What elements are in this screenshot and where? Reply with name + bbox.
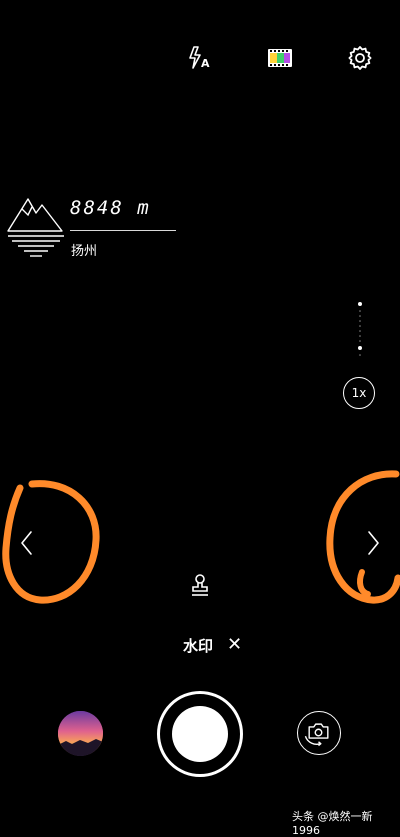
shutter-button[interactable] — [157, 691, 243, 777]
zoom-slider[interactable] — [352, 300, 368, 358]
mountain-icon — [7, 198, 64, 257]
stamp-icon[interactable] — [189, 573, 211, 597]
switch-camera-button[interactable] — [297, 711, 341, 755]
watermark-overlay: 8848 m 扬州 — [6, 193, 186, 263]
gear-icon[interactable] — [346, 44, 374, 72]
flash-auto-icon[interactable]: A — [186, 44, 214, 72]
shutter-button-core — [172, 706, 228, 762]
altitude-readout: 8848 m — [70, 197, 151, 219]
watermark-label[interactable]: 水印 — [183, 635, 213, 656]
watermark-bar: 水印 ✕ — [183, 634, 242, 656]
location-label: 扬州 — [71, 244, 98, 259]
gallery-thumbnail-image — [58, 711, 103, 756]
chevron-right-icon[interactable] — [365, 529, 381, 557]
close-icon[interactable]: ✕ — [227, 636, 242, 654]
watermark-divider — [70, 230, 176, 231]
svg-text:A: A — [201, 57, 210, 70]
annotation-left-circle — [2, 480, 100, 604]
switch-camera-icon — [304, 723, 329, 747]
chevron-left-icon[interactable] — [19, 529, 35, 557]
source-credit: 头条 @焕然一新1996 — [292, 810, 373, 837]
gallery-thumbnail[interactable] — [58, 711, 103, 756]
annotation-right-circle — [326, 470, 400, 604]
filter-icon[interactable] — [266, 44, 294, 72]
zoom-level-button[interactable]: 1x — [343, 377, 375, 409]
